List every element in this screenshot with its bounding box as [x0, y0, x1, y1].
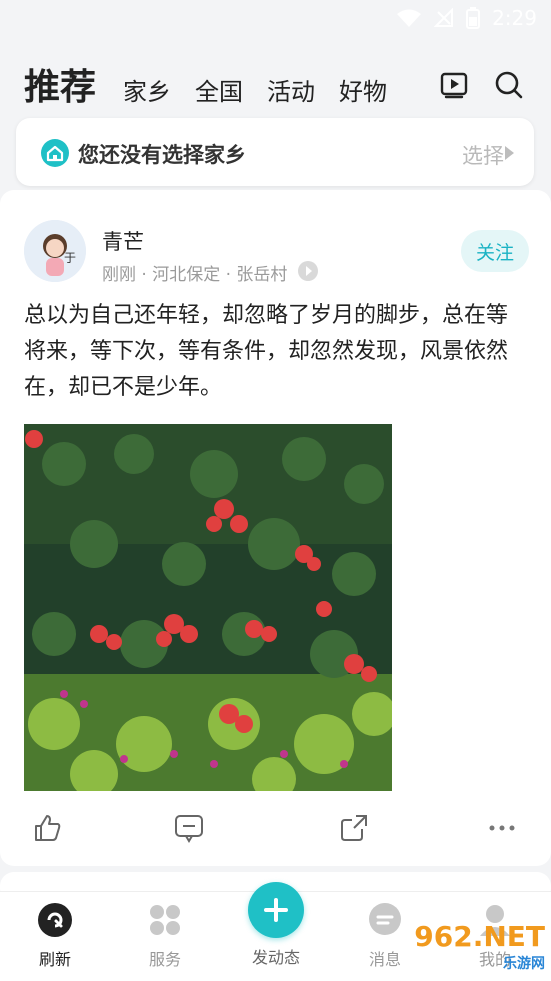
nav-messages[interactable]: 消息 — [345, 902, 425, 970]
comment-icon[interactable] — [173, 812, 205, 844]
signal-off-icon — [434, 8, 454, 27]
tab-goods[interactable]: 好物 — [339, 72, 387, 107]
watermark-logo: 962.NET 乐游网 — [414, 920, 545, 973]
select-hometown-button[interactable]: 选择 — [462, 140, 504, 170]
like-icon[interactable] — [32, 812, 64, 844]
bottom-nav: 刷新 服务 发动态 消息 我的 962.NET 乐游网 — [0, 882, 551, 981]
location-arrow-icon[interactable] — [298, 261, 318, 281]
video-icon[interactable] — [437, 68, 471, 102]
post-actions — [0, 812, 551, 852]
hometown-card[interactable]: 您还没有选择家乡 选择 — [16, 118, 534, 186]
home-icon — [41, 139, 69, 167]
message-icon — [369, 903, 401, 935]
follow-button[interactable]: 关注 — [461, 230, 529, 272]
nav-services-label: 服务 — [148, 950, 181, 969]
watermark-main: 962.NET — [414, 920, 545, 953]
post-author[interactable]: 青芒 — [102, 226, 144, 256]
post-text: 总以为自己还年轻，却忽略了岁月的脚步，总在等将来，等下次，等有条件，却忽然发现，… — [24, 303, 509, 400]
tab-events[interactable]: 活动 — [267, 72, 315, 107]
post-image[interactable] — [24, 424, 392, 791]
nav-refresh-label: 刷新 — [38, 950, 71, 969]
app-screen: 2:29 推荐 家乡 全国 活动 好物 您还没有选择家乡 选择 于 青芒 刚刚 … — [0, 0, 551, 981]
more-icon[interactable] — [486, 812, 518, 844]
tab-hometown[interactable]: 家乡 — [123, 72, 171, 107]
post-card: 于 青芒 刚刚 · 河北保定 · 张岳村 关注 总以为自己还年轻，却忽略了岁月的… — [0, 190, 551, 866]
category-tabs: 家乡 全国 活动 好物 — [123, 72, 387, 107]
refresh-icon — [38, 903, 72, 937]
page-title[interactable]: 推荐 — [24, 58, 96, 110]
top-header: 推荐 家乡 全国 活动 好物 — [0, 52, 551, 112]
plus-icon — [264, 898, 288, 922]
battery-icon — [466, 7, 481, 29]
post-button-label: 发动态 — [251, 948, 300, 967]
nav-refresh[interactable]: 刷新 — [15, 902, 95, 970]
share-icon[interactable] — [338, 812, 370, 844]
tab-nationwide[interactable]: 全国 — [195, 72, 243, 107]
hometown-prompt: 您还没有选择家乡 — [78, 143, 246, 167]
nav-services[interactable]: 服务 — [125, 902, 205, 970]
watermark-sub: 乐游网 — [503, 956, 545, 972]
grid-icon — [150, 905, 180, 935]
wifi-icon — [397, 9, 422, 27]
search-icon[interactable] — [492, 68, 526, 102]
avatar[interactable]: 于 — [24, 220, 86, 282]
status-time: 2:29 — [492, 6, 537, 30]
status-icons: 2:29 — [396, 6, 537, 30]
status-bar: 2:29 — [0, 0, 551, 36]
post-meta: 刚刚 · 河北保定 · 张岳村 — [102, 265, 288, 285]
nav-messages-label: 消息 — [368, 950, 401, 969]
svg-text:于: 于 — [64, 251, 76, 265]
post-button[interactable] — [248, 882, 304, 938]
chevron-right-icon — [505, 146, 514, 160]
